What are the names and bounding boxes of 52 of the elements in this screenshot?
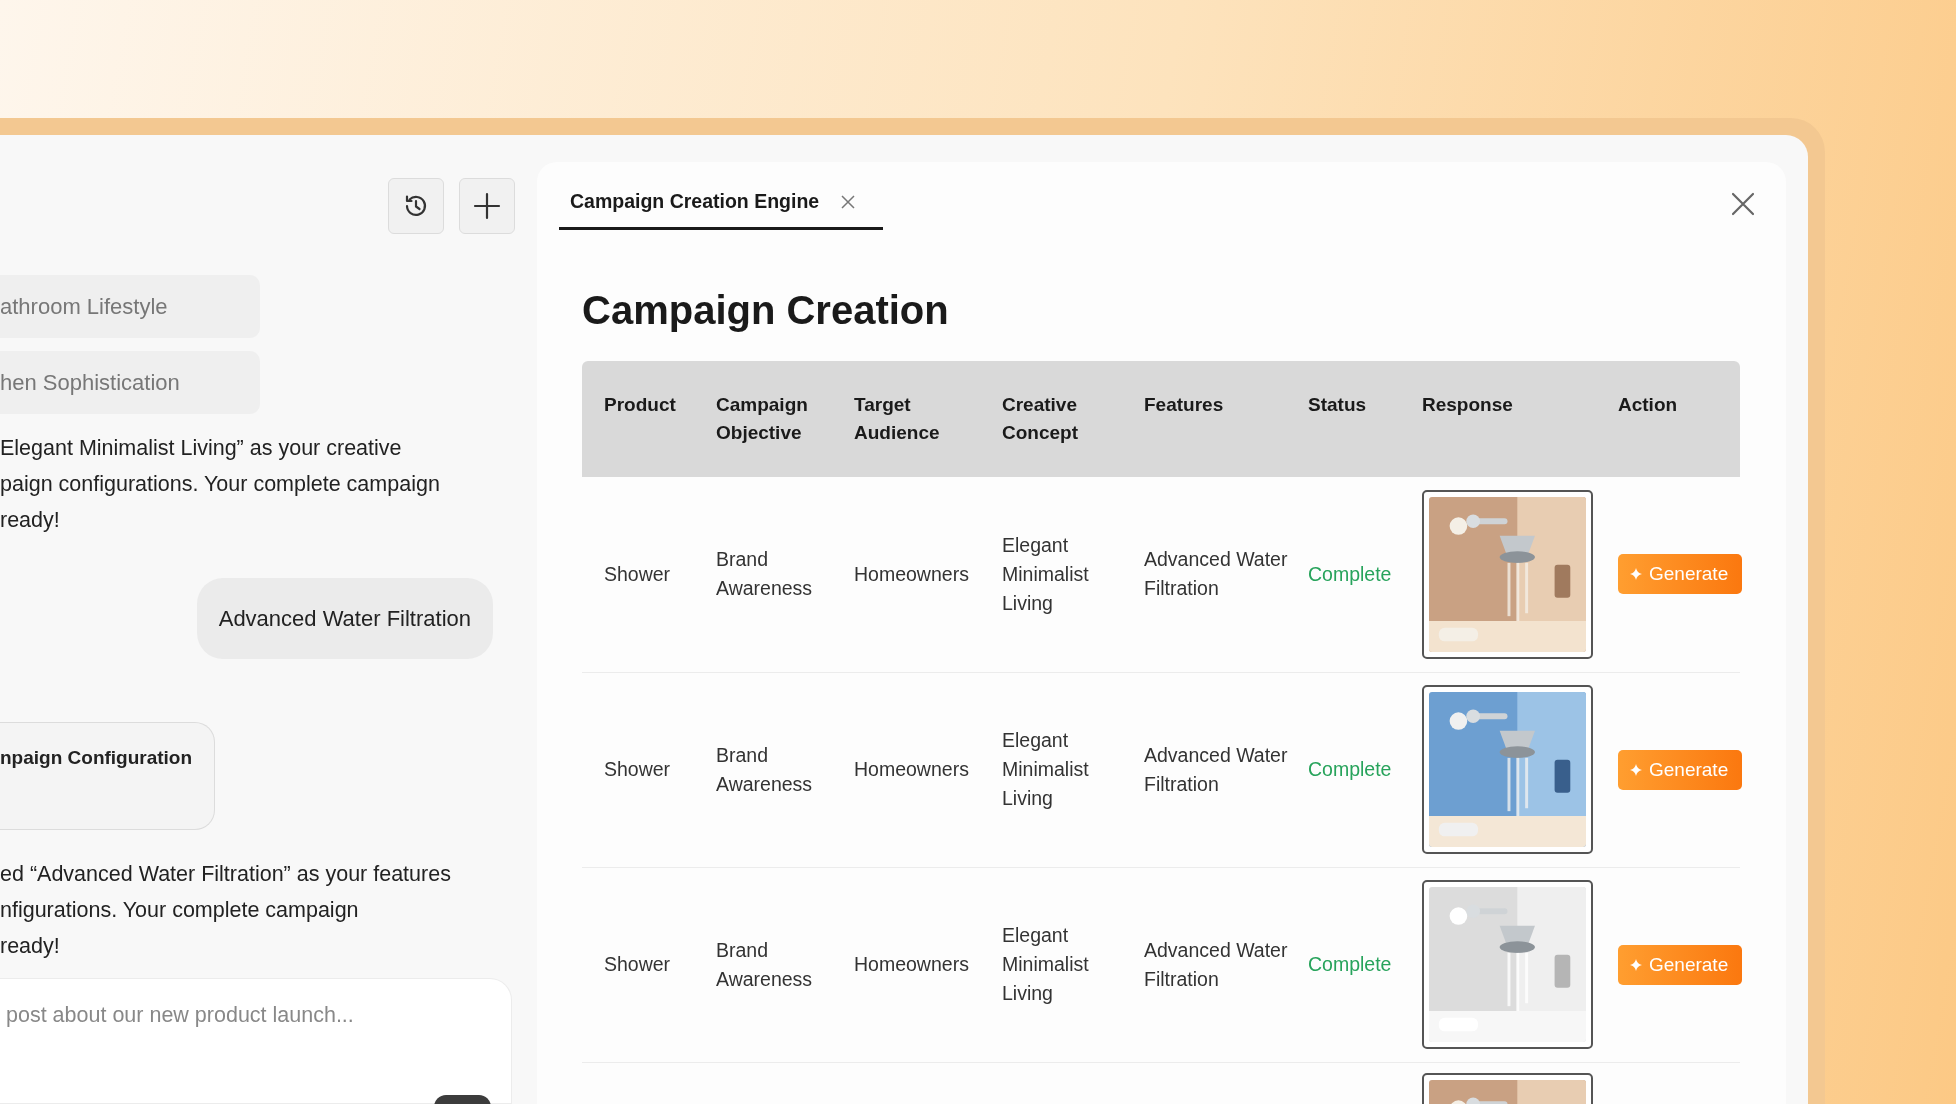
panel-title: Campaign Creation [582,288,950,333]
new-chat-button[interactable] [459,178,515,234]
table-cell: Brand Awareness [716,743,813,795]
message-field[interactable]: post about our new product launch... [0,978,512,1104]
response-image[interactable] [1422,880,1593,1049]
plus-icon [473,192,501,220]
message-input[interactable]: post about our new product launch... [0,979,486,1028]
table-cell: Homeowners [854,562,969,585]
column-header: Features [1144,394,1224,415]
assistant-message: Elegant Minimalist Living” as your creative paign configurations. Your complete campaign ready! [0,435,441,534]
panel-tab[interactable]: Campaign Creation Engine [559,190,884,230]
table-cell: Advanced Water Filtration [1144,548,1288,600]
column-header: Target Audience [854,394,940,443]
option-chip[interactable]: hen Sophistication [0,351,260,414]
table-cell: Shower [604,758,671,780]
generate-button[interactable]: Generate [1618,944,1743,985]
configuration-card[interactable]: npaign Configuration [0,722,215,830]
table-cell: Brand Awareness [716,548,813,600]
generate-button[interactable]: Generate [1618,749,1743,790]
table-cell: Elegant Minimalist Living [1002,729,1089,809]
column-header: Action [1618,394,1678,415]
close-icon[interactable] [841,194,856,209]
column-header: Product [604,394,676,415]
close-icon[interactable] [1731,192,1755,216]
table-cell: Advanced Water Filtration [1144,743,1288,795]
response-image[interactable] [1422,489,1593,659]
response-image[interactable] [1422,685,1593,854]
column-header: Creative Concept [1002,394,1078,443]
column-header: Campaign Objective [716,394,808,443]
column-header: Status [1308,394,1367,415]
table-cell: Advanced Water Filtration [1144,938,1288,990]
table-cell: Elegant Minimalist Living [1002,924,1089,1004]
table-cell: Shower [604,953,671,975]
sparkle-icon [1630,762,1644,777]
history-button[interactable] [388,178,444,234]
option-chip[interactable]: athroom Lifestyle [0,275,260,338]
sparkle-icon [1630,957,1644,972]
status-text: Complete [1308,758,1392,780]
table-cell: Shower [604,562,671,585]
table-cell: Homeowners [854,953,969,975]
table-cell: Elegant Minimalist Living [1002,533,1089,614]
user-message: Advanced Water Filtration [196,578,493,659]
table-cell: Homeowners [854,758,969,780]
status-text: Complete [1308,562,1392,585]
assistant-message: ed “Advanced Water Filtration” as your features nfigurations. Your complete campaign ready! [0,861,452,960]
column-header: Response [1422,394,1513,415]
table-cell: Brand Awareness [716,938,813,990]
status-text: Complete [1308,953,1392,975]
history-icon [403,193,429,219]
card-title: npaign Configuration [0,747,193,768]
generate-button[interactable]: Generate [1618,554,1743,595]
sparkle-icon [1630,567,1644,582]
